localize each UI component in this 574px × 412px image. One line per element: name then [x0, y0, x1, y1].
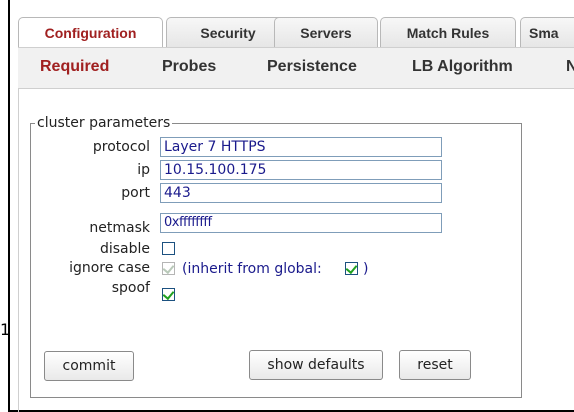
top-tabs: Configuration Security Servers Match Rul… [18, 17, 574, 47]
subtab-n[interactable]: N [566, 58, 574, 76]
disable-label: disable [99, 241, 150, 257]
protocol-label: protocol [92, 139, 150, 155]
tab-configuration[interactable]: Configuration [18, 17, 163, 47]
subtab-bar: Required Probes Persistence LB Algorithm… [18, 47, 574, 89]
netmask-label: netmask [89, 220, 150, 236]
checkmark-icon [345, 261, 358, 275]
checkmark-icon [162, 261, 175, 275]
inherit-global-checkbox [345, 261, 358, 275]
show-defaults-button[interactable]: show defaults [249, 350, 383, 380]
protocol-field[interactable]: Layer 7 HTTPS [160, 137, 442, 157]
ip-field[interactable]: 10.15.100.175 [160, 160, 442, 180]
disable-checkbox[interactable] [162, 242, 175, 255]
tab-sma[interactable]: Sma [520, 17, 574, 47]
ip-label: ip [137, 162, 150, 178]
tab-servers[interactable]: Servers [274, 17, 378, 47]
reset-button[interactable]: reset [399, 350, 471, 380]
ignore-case-label: ignore case [69, 260, 150, 276]
tab-security[interactable]: Security [166, 17, 290, 47]
subtab-probes[interactable]: Probes [162, 58, 216, 76]
subtab-persistence[interactable]: Persistence [267, 58, 357, 76]
ignore-case-checkbox[interactable] [162, 261, 175, 275]
subtab-required[interactable]: Required [40, 58, 109, 76]
netmask-field[interactable]: 0xffffffff [160, 213, 442, 233]
commit-button[interactable]: commit [44, 351, 134, 381]
spoof-checkbox[interactable] [162, 287, 175, 301]
port-field[interactable]: 443 [160, 183, 442, 203]
subtab-lb-algorithm[interactable]: LB Algorithm [412, 58, 513, 76]
spoof-label: spoof [111, 280, 150, 296]
inherit-text: (inherit from global: [182, 261, 322, 277]
cluster-parameters-legend: cluster parameters [37, 115, 171, 131]
tab-match-rules[interactable]: Match Rules [380, 17, 516, 47]
edge-glyph: 1 [0, 320, 11, 339]
port-label: port [121, 185, 150, 201]
inherit-close-paren: ) [363, 261, 369, 277]
checkmark-icon [162, 287, 175, 301]
